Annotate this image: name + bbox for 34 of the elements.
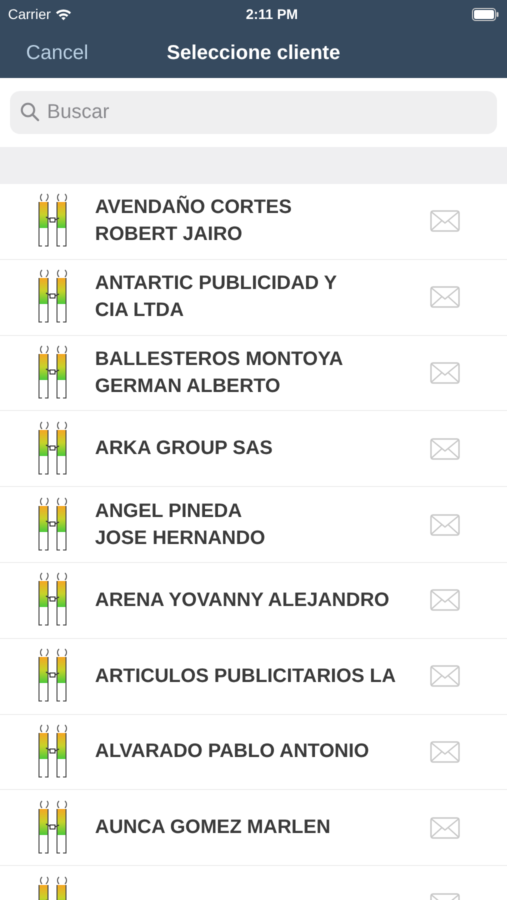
client-name[interactable]: ARENA YOVANNY ALEJANDRO <box>95 586 430 614</box>
client-name[interactable]: BALLESTEROS MONTOYA GERMAN ALBERTO <box>95 346 430 400</box>
handshake-icon <box>36 269 70 326</box>
screen-title: Seleccione cliente <box>166 42 340 64</box>
client-name[interactable]: AUNCA GOMEZ MARLEN <box>95 814 430 842</box>
handshake-icon <box>36 420 70 477</box>
client-name[interactable]: ARKA GROUP SAS <box>95 435 430 462</box>
mail-icon[interactable] <box>430 589 460 612</box>
wifi-icon <box>54 8 72 20</box>
handshake-icon <box>36 572 70 628</box>
handshake-icon <box>36 496 70 553</box>
handshake-icon <box>36 800 70 856</box>
mail-icon[interactable] <box>430 816 460 839</box>
client-name[interactable]: ALVARADO PABLO ANTONIO <box>95 738 430 766</box>
carrier-label: Carrier <box>8 4 51 24</box>
client-name[interactable]: ANGEL PINEDA JOSE HERNANDO <box>95 498 430 552</box>
battery-icon <box>472 8 499 20</box>
handshake-icon <box>36 724 70 780</box>
status-time: 2:11 PM <box>246 4 298 24</box>
mail-icon[interactable] <box>430 665 460 688</box>
mail-icon[interactable] <box>430 286 460 308</box>
client-name[interactable]: ANTARTIC PUBLICIDAD Y CIA LTDA <box>95 270 430 324</box>
client-name[interactable]: AVENDAÑO CORTES ROBERT JAIRO <box>95 194 430 248</box>
handshake-icon <box>36 193 70 250</box>
handshake-icon <box>36 344 70 401</box>
mail-icon[interactable] <box>430 740 460 763</box>
client-name[interactable]: ARTICULOS PUBLICITARIOS LA <box>95 662 430 690</box>
mail-icon[interactable] <box>430 362 460 384</box>
search-field[interactable]: Buscar <box>10 91 497 134</box>
mail-icon[interactable] <box>430 514 460 536</box>
handshake-icon <box>36 648 70 704</box>
cancel-button[interactable]: Cancel <box>0 38 88 68</box>
mail-icon[interactable] <box>430 438 460 460</box>
mail-icon[interactable] <box>430 210 460 232</box>
